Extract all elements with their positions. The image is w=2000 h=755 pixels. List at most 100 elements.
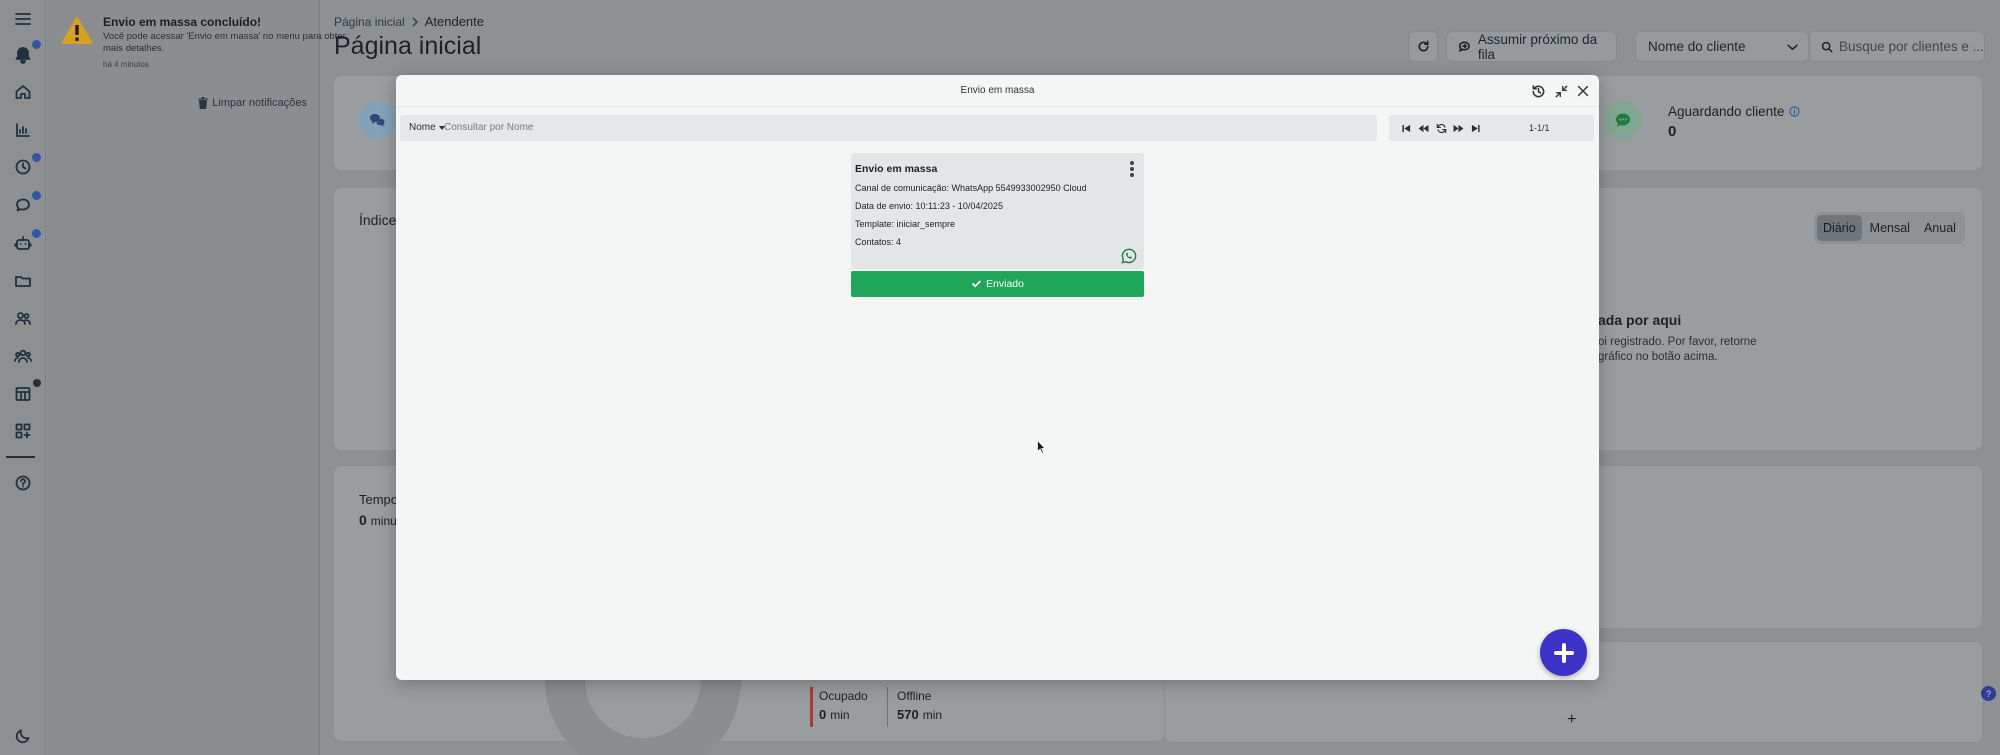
info-icon[interactable]	[1789, 106, 1800, 117]
notification-badge	[32, 40, 41, 49]
previous-page-icon[interactable]	[1416, 121, 1430, 135]
folder-icon[interactable]	[9, 267, 37, 295]
next-in-queue-button[interactable]: Assumir próximo da fila	[1446, 31, 1617, 62]
first-page-icon[interactable]	[1399, 121, 1413, 135]
period-tabs: Diário Mensal Anual	[1814, 212, 1965, 244]
moon-icon[interactable]	[9, 722, 37, 750]
bulk-send-modal: Envio em massa Nome Consultar por Nome 1…	[396, 75, 1599, 680]
minimize-icon[interactable]	[1551, 81, 1571, 101]
rail-separator	[6, 456, 35, 458]
notification-time: há 4 minutos	[103, 60, 149, 69]
refresh-icon	[1418, 40, 1429, 52]
search-icon	[1821, 41, 1833, 52]
time-card-title: Tempo	[359, 492, 399, 507]
refresh-button[interactable]	[1408, 31, 1438, 62]
bulk-send-card-title: Envio em massa	[855, 163, 938, 175]
offline-label: Offline	[897, 689, 932, 703]
help-icon[interactable]	[9, 469, 37, 497]
busy-indicator	[810, 687, 813, 727]
notification-title[interactable]: Envio em massa concluído!	[103, 15, 261, 29]
page-count: 1-1/1	[1529, 123, 1550, 133]
filter-input[interactable]: Consultar por Nome	[444, 122, 533, 133]
waiting-client-text: Aguardando cliente	[1668, 104, 1785, 119]
next-page-icon[interactable]	[1451, 121, 1465, 135]
tab-daily[interactable]: Diário	[1817, 215, 1862, 241]
breadcrumb-home[interactable]: Página inicial	[334, 15, 405, 29]
breadcrumb: Página inicial Atendente	[334, 14, 484, 29]
template-line: Template: iniciar_sempre	[855, 219, 956, 229]
modal-header: Envio em massa	[396, 75, 1599, 107]
mouse-cursor-icon	[1037, 440, 1046, 454]
empty-state-line2: gráfico no botão acima.	[1598, 351, 1718, 363]
time-unit: minu	[370, 514, 397, 528]
add-widget-button[interactable]: +	[1567, 711, 1576, 729]
modal-title: Envio em massa	[960, 85, 1035, 96]
check-icon	[971, 280, 982, 288]
chat-arrow-icon	[1458, 41, 1470, 53]
chevron-right-icon	[412, 16, 418, 27]
send-date-line: Data de envio: 10:11:23 - 10/04/2025	[855, 201, 1003, 211]
client-select[interactable]: Nome do cliente	[1635, 31, 1809, 62]
next-in-queue-label: Assumir próximo da fila	[1477, 31, 1598, 62]
sent-status-badge: Enviado	[851, 271, 1144, 297]
offline-value: 570 min	[897, 707, 942, 722]
whatsapp-icon	[1121, 248, 1137, 264]
clear-notifications-button[interactable]: Limpar notificações	[198, 97, 307, 109]
filter-field-select[interactable]: Nome	[409, 122, 445, 133]
waiting-client-value: 0	[1668, 123, 1677, 140]
apps-icon[interactable]	[9, 417, 37, 445]
plus-icon	[1553, 642, 1574, 663]
reload-icon[interactable]	[1434, 121, 1448, 135]
breadcrumb-current: Atendente	[424, 14, 484, 29]
busy-label: Ocupado	[819, 689, 868, 703]
filter-bar: Nome Consultar por Nome	[400, 115, 1377, 141]
chat-badge	[32, 191, 41, 200]
last-page-icon[interactable]	[1468, 121, 1482, 135]
filter-field-value: Nome	[409, 122, 436, 133]
chart-icon[interactable]	[9, 116, 37, 144]
busy-number: 0	[819, 707, 827, 722]
sidebar-rail	[0, 0, 46, 755]
busy-unit: min	[830, 708, 850, 722]
more-options-icon[interactable]	[1130, 161, 1134, 177]
clock-badge	[32, 153, 41, 162]
history-icon[interactable]	[1528, 81, 1548, 101]
tab-yearly[interactable]: Anual	[1918, 215, 1962, 241]
bulk-send-card[interactable]: Envio em massa Canal de comunicação: Wha…	[851, 153, 1144, 269]
waiting-client-label: Aguardando cliente	[1668, 104, 1800, 119]
groups-icon[interactable]	[9, 342, 37, 370]
sent-status-label: Enviado	[986, 278, 1024, 290]
home-icon[interactable]	[9, 78, 37, 106]
close-icon[interactable]	[1573, 81, 1593, 101]
search-placeholder: Busque por clientes e ...	[1839, 39, 1984, 54]
offline-number: 570	[897, 707, 919, 722]
users-icon[interactable]	[9, 304, 37, 332]
bot-badge	[32, 229, 41, 238]
time-card-value: 0 minu	[359, 512, 397, 528]
conversations-icon	[358, 101, 396, 139]
time-value: 0	[359, 512, 367, 528]
empty-state-title: ada por aqui	[1598, 312, 1682, 328]
help-bubble-button[interactable]: ?	[1981, 686, 1996, 701]
trash-icon	[198, 97, 209, 109]
index-card-title: Índice	[359, 212, 397, 228]
warning-icon	[61, 16, 93, 44]
add-bulk-send-button[interactable]	[1540, 629, 1587, 676]
chevron-down-icon	[1787, 44, 1798, 51]
contacts-line: Contatos: 4	[855, 237, 902, 247]
search-input[interactable]: Busque por clientes e ...	[1810, 31, 1985, 62]
pagination: 1-1/1	[1389, 115, 1594, 141]
notification-panel: Envio em massa concluído! Você pode aces…	[47, 0, 346, 755]
busy-value: 0 min	[819, 707, 850, 722]
offline-unit: min	[922, 708, 943, 722]
clear-notifications-label: Limpar notificações	[212, 97, 307, 109]
reports-dot	[33, 379, 41, 387]
tab-monthly[interactable]: Mensal	[1864, 215, 1916, 241]
menu-icon[interactable]	[9, 5, 37, 33]
channel-line: Canal de comunicação: WhatsApp 554993300…	[855, 183, 1087, 193]
empty-state-line1: oi registrado. Por favor, retorne	[1598, 336, 1757, 348]
divider	[887, 687, 888, 727]
waiting-client-icon	[1604, 101, 1642, 139]
page-title: Página inicial	[334, 32, 482, 60]
client-select-value: Nome do cliente	[1648, 39, 1746, 54]
